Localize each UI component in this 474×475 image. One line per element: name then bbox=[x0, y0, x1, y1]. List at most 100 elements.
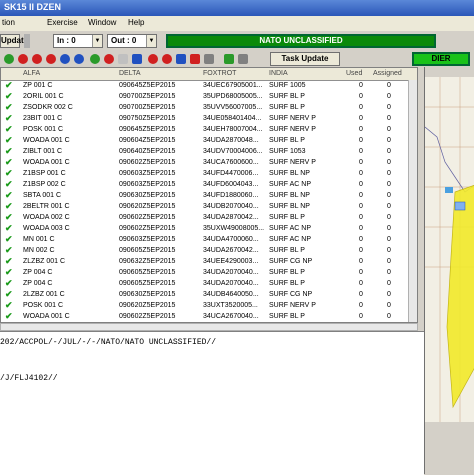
cell-delta: 090645Z5EP2015 bbox=[119, 82, 176, 89]
table-row[interactable]: ✔ 23BIT 001 C 090750Z5EP2015 34UE058401404.… bbox=[1, 113, 409, 125]
cell-alfa: 23BIT 001 C bbox=[23, 115, 63, 122]
table-row[interactable]: ✔ MN 001 C 090603Z5EP2015 34UDA4700060... SU… bbox=[1, 234, 409, 246]
add-icon[interactable] bbox=[90, 54, 100, 64]
alert-icon[interactable] bbox=[46, 54, 56, 64]
table-row[interactable]: ✔ ZIBLT 001 C 090640Z5EP2015 34UDV70004006.… bbox=[1, 146, 409, 158]
title-bar: SK15 II DZEN bbox=[0, 0, 474, 16]
cell-delta: 090605Z5EP2015 bbox=[119, 280, 176, 287]
unit-marker[interactable] bbox=[454, 201, 466, 211]
map-icon[interactable] bbox=[224, 54, 234, 64]
column-header-alfa[interactable]: ALFA bbox=[23, 70, 40, 77]
cell-india: SURF CG NP bbox=[269, 258, 313, 265]
column-header-delta[interactable]: DELTA bbox=[119, 70, 141, 77]
cell-foxtrot: 34UEE4290003... bbox=[203, 258, 259, 265]
stop-icon[interactable] bbox=[162, 54, 172, 64]
print-icon[interactable] bbox=[238, 54, 248, 64]
check-icon: ✔ bbox=[5, 102, 13, 112]
table-row[interactable]: ✔ SBTA 001 C 090630Z5EP2015 34UFD1880060...… bbox=[1, 190, 409, 202]
cell-alfa: Z1BSP 001 C bbox=[23, 170, 66, 177]
cell-alfa: WOADA 002 C bbox=[23, 214, 70, 221]
cell-delta: 090630Z5EP2015 bbox=[119, 291, 176, 298]
cell-foxtrot: 34UDB2070040... bbox=[203, 203, 259, 210]
map-view[interactable] bbox=[424, 67, 474, 474]
menu-action[interactable]: tion bbox=[2, 18, 15, 27]
cell-foxtrot: 34UDB4640050... bbox=[203, 291, 259, 298]
table-row[interactable]: ✔ POSK 001 C 090620Z5EP2015 33UXT3520005...… bbox=[1, 300, 409, 312]
table-row[interactable]: ✔ 2BELTR 001 C 090620Z5EP2015 34UDB2070040.… bbox=[1, 201, 409, 213]
task-update-button[interactable]: Task Update bbox=[270, 52, 340, 66]
delete-icon[interactable] bbox=[32, 54, 42, 64]
cell-india: SURF NERV P bbox=[269, 126, 316, 133]
grid-icon[interactable] bbox=[132, 54, 142, 64]
update-button[interactable]: Update bbox=[0, 34, 28, 48]
settings-icon[interactable] bbox=[204, 54, 214, 64]
cell-india: SURF BL NP bbox=[269, 203, 310, 210]
message-pane[interactable]: 202/ACCPOL/-/JUL/-/-/NATO/NATO UNCLASSIF… bbox=[0, 331, 424, 475]
table-row[interactable]: ✔ ZP 001 C 090645Z5EP2015 34UEC67905001... S… bbox=[1, 80, 409, 92]
cell-foxtrot: 34UFD6004043... bbox=[203, 181, 259, 188]
cell-used: 0 bbox=[359, 126, 363, 133]
cell-assigned: 0 bbox=[387, 291, 391, 298]
cell-assigned: 0 bbox=[387, 247, 391, 254]
cell-used: 0 bbox=[359, 280, 363, 287]
list-icon[interactable] bbox=[118, 54, 128, 64]
table-row[interactable]: ✔ Z1BSP 001 C 090603Z5EP2015 34UFD4470006..… bbox=[1, 168, 409, 180]
cell-delta: 090603Z5EP2015 bbox=[119, 181, 176, 188]
stop-icon[interactable] bbox=[148, 54, 158, 64]
cell-alfa: MN 002 C bbox=[23, 247, 55, 254]
cell-used: 0 bbox=[359, 302, 363, 309]
accept-icon[interactable] bbox=[4, 54, 14, 64]
reject-icon[interactable] bbox=[18, 54, 28, 64]
cell-delta: 090602Z5EP2015 bbox=[119, 214, 176, 221]
column-header-foxtrot[interactable]: FOXTROT bbox=[203, 70, 236, 77]
table-row[interactable]: ✔ ZP 004 C 090605Z5EP2015 34UDA2070040... SU… bbox=[1, 278, 409, 290]
chevron-down-icon[interactable]: ▼ bbox=[92, 35, 102, 47]
menu-help[interactable]: Help bbox=[128, 18, 144, 27]
table-row[interactable]: ✔ MN 002 C 090605Z5EP2015 34UDA2670042... SU… bbox=[1, 245, 409, 257]
cell-foxtrot: 35UXW49008005... bbox=[203, 225, 265, 232]
unit-marker[interactable] bbox=[445, 187, 453, 193]
window-icon[interactable] bbox=[176, 54, 186, 64]
table-row[interactable]: ✔ ZSODKR 002 C 090700Z5EP2015 35UVV56007005… bbox=[1, 102, 409, 114]
table-row[interactable]: ✔ POSK 001 C 090645Z5EP2015 34UEH78007004..… bbox=[1, 124, 409, 136]
remove-icon[interactable] bbox=[104, 54, 114, 64]
cell-foxtrot: 34UDA2070040... bbox=[203, 269, 259, 276]
horizontal-scrollbar[interactable] bbox=[0, 323, 418, 331]
cell-alfa: 2BELTR 001 C bbox=[23, 203, 70, 210]
table-row[interactable]: ✔ 2ORIL 001 C 090700Z5EP2015 35UPD68005005.… bbox=[1, 91, 409, 103]
cell-alfa: 2ORIL 001 C bbox=[23, 93, 64, 100]
menu-exercise[interactable]: Exercise bbox=[47, 18, 78, 27]
column-header-india[interactable]: INDIA bbox=[269, 70, 288, 77]
table-row[interactable]: ✔ ZLZBZ 001 C 090632Z5EP2015 34UEE4290003..… bbox=[1, 256, 409, 268]
cell-used: 0 bbox=[359, 148, 363, 155]
cell-assigned: 0 bbox=[387, 181, 391, 188]
table-row[interactable]: ✔ Z1BSP 002 C 090603Z5EP2015 34UFD6004043..… bbox=[1, 179, 409, 191]
cell-alfa: WOADA 003 C bbox=[23, 225, 70, 232]
chevron-down-icon[interactable]: ▼ bbox=[146, 35, 156, 47]
table-row[interactable]: ✔ WOADA 001 C 090602Z5EP2015 34UCA7600600..… bbox=[1, 157, 409, 169]
out-counter[interactable]: Out : 0 ▼ bbox=[107, 34, 157, 48]
drop-icon[interactable] bbox=[74, 54, 84, 64]
table-row[interactable]: ✔ WOADA 002 C 090602Z5EP2015 34UDA2870042..… bbox=[1, 212, 409, 224]
drop-icon[interactable] bbox=[60, 54, 70, 64]
in-counter[interactable]: In : 0 ▼ bbox=[53, 34, 103, 48]
flag-icon[interactable] bbox=[190, 54, 200, 64]
cell-foxtrot: 34UEH78007004... bbox=[203, 126, 263, 133]
column-header-assigned[interactable]: Assigned bbox=[373, 70, 402, 77]
table-row[interactable]: ✔ ZP 004 C 090605Z5EP2015 34UDA2070040... SU… bbox=[1, 267, 409, 279]
cell-foxtrot: 33UXT3520005... bbox=[203, 302, 258, 309]
check-icon: ✔ bbox=[5, 168, 13, 178]
vertical-scrollbar[interactable] bbox=[408, 80, 417, 322]
cell-used: 0 bbox=[359, 115, 363, 122]
table-row[interactable]: ✔ 2LZBZ 001 C 090630Z5EP2015 34UDB4640050..… bbox=[1, 289, 409, 301]
table-row[interactable]: ✔ WOADA 001 C 090604Z5EP2015 34UDA2870048..… bbox=[1, 135, 409, 147]
cell-used: 0 bbox=[359, 181, 363, 188]
menu-window[interactable]: Window bbox=[88, 18, 116, 27]
cell-india: SURF BL P bbox=[269, 247, 305, 254]
cell-india: SURF BL P bbox=[269, 214, 305, 221]
check-icon: ✔ bbox=[5, 234, 13, 244]
table-row[interactable]: ✔ WOADA 001 C 090602Z5EP2015 34UCA2670040..… bbox=[1, 311, 409, 322]
cell-delta: 090700Z5EP2015 bbox=[119, 93, 176, 100]
column-header-used[interactable]: Used bbox=[346, 70, 362, 77]
table-row[interactable]: ✔ WOADA 003 C 090602Z5EP2015 35UXW49008005.… bbox=[1, 223, 409, 235]
